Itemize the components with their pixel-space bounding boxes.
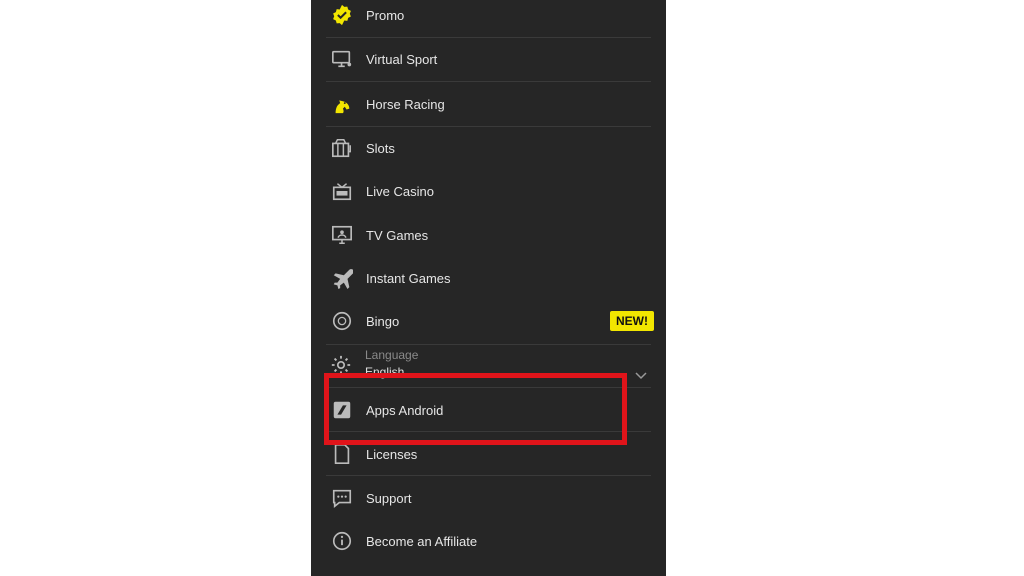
menu-item-virtual-sport[interactable]: Virtual Sport	[326, 40, 651, 78]
menu-item-label: TV Games	[366, 227, 429, 243]
menu-item-label: Apps Android	[366, 402, 444, 418]
menu-item-label: Support	[366, 490, 412, 506]
menu-item-label: Instant Games	[366, 270, 451, 286]
plane-icon	[330, 266, 354, 290]
chat-icon	[330, 486, 354, 510]
menu-item-label: Horse Racing	[366, 96, 445, 112]
gear-icon	[330, 354, 352, 376]
divider	[326, 81, 651, 82]
info-icon	[330, 529, 354, 553]
menu-item-label: Become an Affiliate	[366, 533, 478, 549]
menu-item-promo[interactable]: Promo	[326, 0, 651, 34]
menu-item-licenses[interactable]: Licenses	[326, 435, 651, 473]
live-casino-icon	[330, 179, 354, 203]
language-value: English	[365, 365, 405, 379]
divider	[326, 475, 651, 476]
menu-item-live-casino[interactable]: Live Casino	[326, 172, 651, 210]
bingo-ball-icon	[330, 309, 354, 333]
divider	[326, 126, 651, 127]
menu-item-slots[interactable]: Slots	[326, 129, 651, 167]
menu-item-label: Bingo	[366, 313, 400, 329]
menu-item-bingo[interactable]: Bingo	[326, 302, 651, 340]
monitor-icon	[330, 47, 354, 71]
menu-item-label: Slots	[366, 140, 395, 156]
slot-machine-icon	[330, 136, 354, 160]
new-badge: NEW!	[610, 311, 654, 331]
document-icon	[330, 442, 354, 466]
menu-item-horse-racing[interactable]: Horse Racing	[326, 85, 651, 123]
menu-item-label: Virtual Sport	[366, 51, 438, 67]
tv-icon	[330, 223, 354, 247]
menu-item-label: Promo	[366, 7, 405, 23]
menu-item-label: Live Casino	[366, 183, 434, 199]
divider	[326, 37, 651, 38]
android-app-icon	[330, 398, 354, 422]
language-title: Language	[365, 348, 419, 362]
language-selector[interactable]: Language English	[326, 344, 651, 386]
promo-badge-icon	[330, 3, 354, 27]
menu-item-instant-games[interactable]: Instant Games	[326, 259, 651, 297]
mobile-menu-panel: Promo Virtual Sport Horse Racing Slots L…	[311, 0, 666, 576]
chevron-down-icon	[635, 368, 647, 380]
horse-icon	[330, 92, 354, 116]
menu-item-apps-android[interactable]: Apps Android	[326, 391, 651, 429]
menu-item-tv-games[interactable]: TV Games	[326, 216, 651, 254]
menu-item-label: Licenses	[366, 446, 418, 462]
menu-item-become-affiliate[interactable]: Become an Affiliate	[326, 522, 651, 560]
divider	[326, 431, 651, 432]
menu-item-support[interactable]: Support	[326, 479, 651, 517]
divider	[326, 387, 651, 388]
